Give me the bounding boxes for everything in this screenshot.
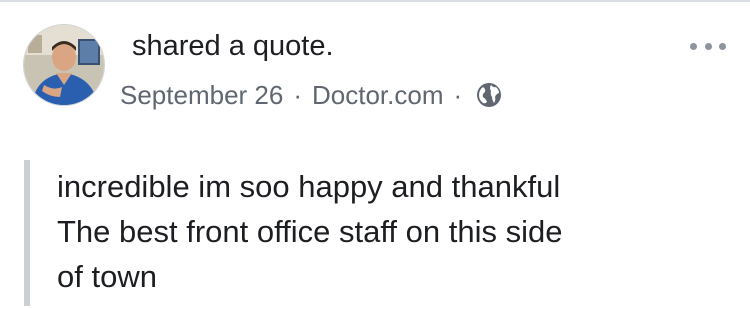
- quote-bar: [24, 160, 30, 306]
- quote-text: incredible im soo happy and thankful The…: [57, 164, 727, 299]
- post-source-link[interactable]: Doctor.com: [312, 78, 444, 112]
- meta-separator: ·: [453, 80, 463, 110]
- more-options-icon: [690, 42, 697, 50]
- avatar-photo: [24, 25, 104, 105]
- meta-separator: ·: [293, 80, 302, 110]
- quote-line: incredible im soo happy and thankful: [57, 169, 561, 204]
- post-date[interactable]: September 26: [120, 78, 283, 112]
- more-options-icon: [719, 42, 726, 50]
- post-action-text: shared a quote.: [132, 30, 334, 62]
- more-options-icon: [704, 42, 712, 50]
- quote-line: of town: [57, 259, 157, 294]
- quote-line: The best front office staff on this side: [57, 214, 563, 249]
- avatar[interactable]: [23, 24, 105, 106]
- globe-icon[interactable]: [474, 80, 504, 110]
- more-options-button[interactable]: [690, 36, 726, 56]
- top-divider: [0, 0, 750, 2]
- post-meta: September 26 · Doctor.com ·: [120, 78, 504, 112]
